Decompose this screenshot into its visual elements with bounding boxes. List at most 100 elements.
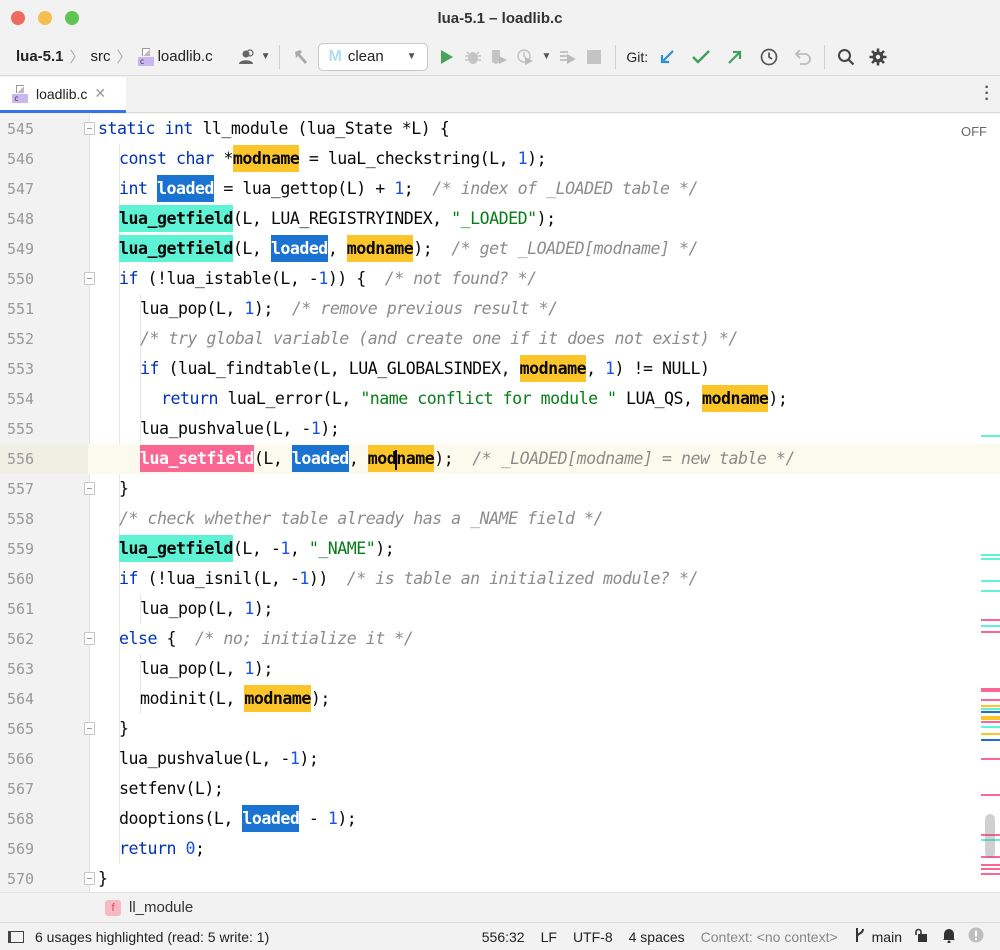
code-token: );	[536, 209, 556, 228]
settings-gear-icon[interactable]	[865, 44, 891, 70]
problems-indicator-icon[interactable]	[968, 927, 984, 946]
error-stripe-marker[interactable]	[981, 733, 1000, 735]
breadcrumb-function[interactable]: ll_module	[129, 899, 193, 916]
fold-toggle-icon[interactable]	[84, 122, 95, 135]
code-text: lua_getfield(L, LUA_REGISTRYINDEX, "_LOA…	[119, 204, 556, 234]
error-stripe-marker[interactable]	[981, 619, 1000, 621]
error-stripe-marker[interactable]	[981, 690, 1000, 692]
run-with-coverage-icon[interactable]	[486, 44, 512, 70]
code-text: if (!lua_istable(L, -1)) { /* not found?…	[119, 264, 537, 294]
fold-toggle-icon[interactable]	[84, 482, 95, 495]
profile-icon[interactable]	[512, 44, 538, 70]
code-text: dooptions(L, loaded - 1);	[119, 804, 357, 834]
code-token: setfenv(L);	[119, 779, 224, 798]
git-push-icon[interactable]	[722, 44, 748, 70]
git-branch[interactable]: main	[872, 929, 902, 945]
code-token: /* no; initialize it */	[194, 629, 414, 648]
attach-debugger-icon[interactable]	[555, 44, 581, 70]
code-text: if (!lua_isnil(L, -1)) /* is table an in…	[119, 564, 698, 594]
fold-toggle-icon[interactable]	[84, 872, 95, 885]
toolbar-separator	[278, 44, 280, 69]
caret-position[interactable]: 556:32	[482, 929, 525, 945]
error-stripe-marker[interactable]	[981, 864, 1000, 866]
code-editor[interactable]: OFF 545 static int ll_module (lua_State …	[0, 114, 1000, 892]
error-stripe-marker[interactable]	[981, 554, 1000, 556]
error-stripe-marker[interactable]	[981, 868, 1000, 870]
tab-loadlib-c[interactable]: c loadlib.c ✕	[0, 77, 126, 113]
code-line: 560 if (!lua_isnil(L, -1)) /* is table a…	[0, 564, 1000, 594]
rollback-icon[interactable]	[790, 44, 816, 70]
code-token: ;	[403, 179, 433, 198]
code-text: const char *modname = luaL_checkstring(L…	[119, 144, 547, 174]
code-line: 570 }	[0, 864, 1000, 894]
code-token: 1	[310, 419, 321, 438]
debug-bug-icon[interactable]	[460, 44, 486, 70]
git-commit-check-icon[interactable]	[688, 44, 714, 70]
error-stripe-marker[interactable]	[981, 558, 1000, 560]
code-token: if	[140, 359, 159, 378]
error-stripe-marker[interactable]	[981, 739, 1000, 741]
code-text: return 0;	[119, 834, 205, 864]
current-code-line: 556 lua_setfield(L, loaded, modname); /*…	[0, 444, 1000, 474]
code-text: modinit(L, modname);	[140, 684, 330, 714]
error-stripe-marker[interactable]	[981, 699, 1000, 701]
code-token: (L, -	[232, 539, 281, 558]
error-stripe-marker[interactable]	[981, 580, 1000, 582]
line-number: 552	[7, 330, 35, 348]
toggle-tool-windows-icon[interactable]	[8, 930, 24, 943]
code-token: dooptions(L,	[119, 809, 243, 828]
code-token: ))	[308, 569, 347, 588]
fold-toggle-icon[interactable]	[84, 632, 95, 645]
file-encoding[interactable]: UTF-8	[573, 929, 613, 945]
toolbar-separator	[615, 44, 617, 69]
error-stripe-marker[interactable]	[981, 631, 1000, 633]
line-number: 563	[7, 660, 35, 678]
code-token: 1	[280, 539, 290, 558]
code-token: /* _LOADED[modname] = new table */	[472, 449, 795, 468]
read-only-lock-icon[interactable]	[914, 928, 928, 945]
error-stripe-marker[interactable]	[981, 758, 1000, 760]
error-stripe-marker[interactable]	[981, 726, 1000, 728]
close-tab-icon[interactable]: ✕	[94, 85, 106, 102]
vertical-scrollbar-thumb[interactable]	[985, 814, 995, 858]
stop-icon[interactable]	[581, 44, 607, 70]
error-stripe-marker[interactable]	[981, 590, 1000, 592]
indent-setting[interactable]: 4 spaces	[629, 929, 685, 945]
code-line: 562 else { /* no; initialize it */	[0, 624, 1000, 654]
breadcrumb-project[interactable]: lua-5.1	[16, 48, 64, 65]
line-number: 568	[7, 810, 35, 828]
breadcrumb-file[interactable]: loadlib.c	[158, 48, 213, 65]
build-hammer-icon[interactable]	[288, 44, 314, 70]
search-icon[interactable]	[833, 44, 859, 70]
line-number: 560	[7, 570, 35, 588]
breadcrumb-folder[interactable]: src	[91, 48, 111, 65]
error-stripe-marker[interactable]	[981, 718, 1000, 720]
error-stripe-marker[interactable]	[981, 435, 1000, 437]
more-run-options-icon[interactable]: ▼	[542, 51, 552, 62]
fold-toggle-icon[interactable]	[84, 722, 95, 735]
error-stripe-marker[interactable]	[981, 711, 1000, 713]
code-token: "name conflict for module "	[360, 389, 617, 408]
context-selector[interactable]: Context: <no context>	[701, 929, 838, 945]
error-stripe-marker[interactable]	[981, 873, 1000, 875]
users-dropdown-icon[interactable]: ▼	[261, 51, 271, 62]
more-options-icon[interactable]: · · ·	[984, 80, 990, 108]
git-update-icon[interactable]	[654, 44, 680, 70]
code-token: luaL_error(L,	[217, 389, 361, 408]
error-stripe-marker[interactable]	[981, 625, 1000, 627]
fold-toggle-icon[interactable]	[84, 272, 95, 285]
run-icon[interactable]	[434, 44, 460, 70]
users-icon[interactable]	[235, 44, 261, 70]
error-stripe-marker[interactable]	[981, 794, 1000, 796]
code-token: /* is table an initialized module? */	[346, 569, 699, 588]
run-configuration-select[interactable]: M clean ▼	[317, 42, 428, 71]
error-stripe-marker[interactable]	[981, 705, 1000, 707]
error-stripe-marker[interactable]	[981, 708, 1000, 710]
code-token: 1	[605, 359, 615, 378]
line-ending[interactable]: LF	[541, 929, 557, 945]
history-clock-icon[interactable]	[756, 44, 782, 70]
code-token: char	[175, 149, 214, 168]
error-stripe-marker[interactable]	[981, 721, 1000, 723]
usage-highlight-modname: modname	[367, 445, 435, 472]
notifications-bell-icon[interactable]	[942, 927, 956, 946]
